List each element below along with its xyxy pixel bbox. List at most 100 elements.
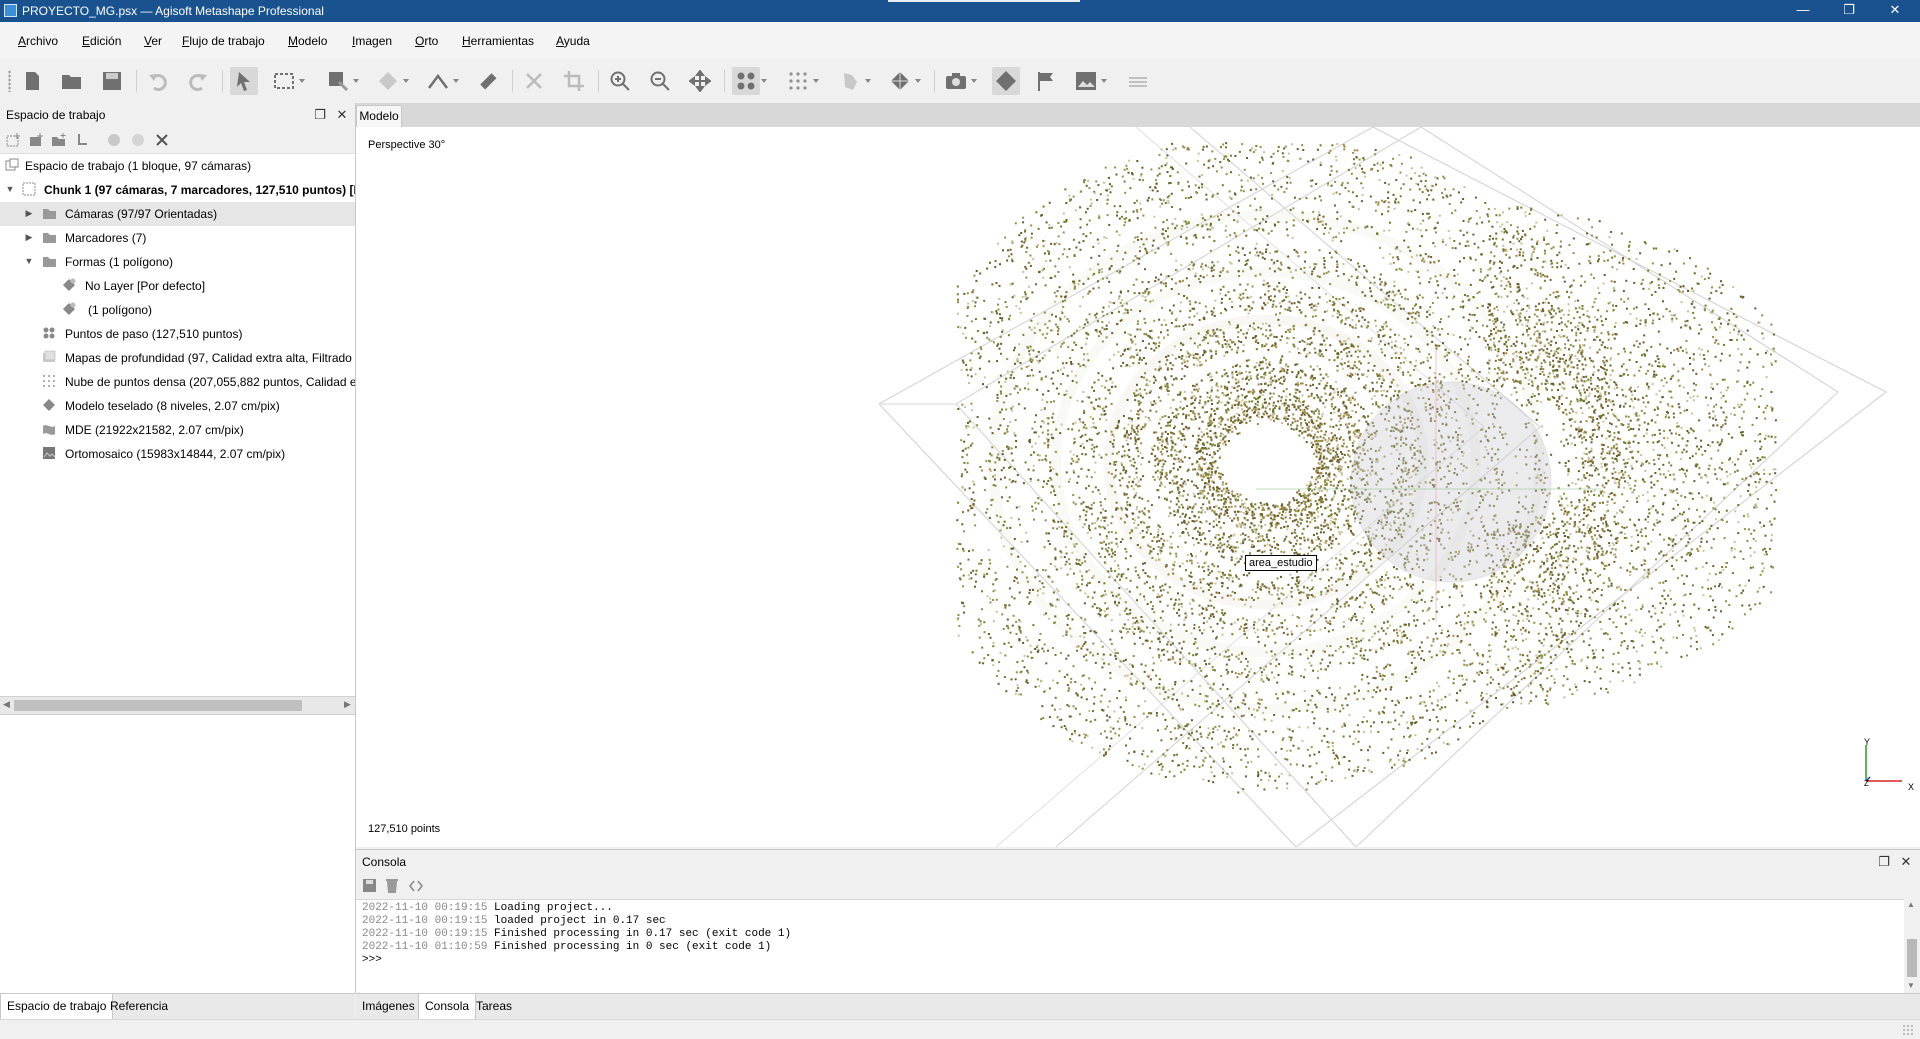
point-cloud-button[interactable] [732, 67, 760, 95]
zoom-in-button[interactable] [606, 67, 634, 95]
console-header: Consola ❐ ✕ [356, 849, 1920, 874]
rectangle-selection-button[interactable] [270, 67, 298, 95]
expand-arrow-icon[interactable]: ▶ [24, 208, 34, 218]
toolbar-grip [8, 70, 11, 92]
model-viewport[interactable]: Perspective 30° [356, 127, 1920, 847]
tree-polygon[interactable]: (1 polígono) [0, 298, 355, 322]
tab-console[interactable]: Consola [418, 994, 476, 1020]
show-shapes-button[interactable] [992, 67, 1020, 95]
measure-button[interactable] [424, 67, 452, 95]
undock-icon[interactable]: ❐ [1876, 854, 1892, 870]
scroll-thumb[interactable] [14, 700, 302, 711]
left-panel-tabs: Espacio de trabajo Referencia [0, 993, 355, 1020]
console-output[interactable]: 2022-11-10 00:19:15 Loading project... 2… [356, 899, 1904, 994]
scroll-left-icon[interactable]: ◀ [3, 699, 10, 710]
console-scrollbar[interactable]: ▲ ▼ [1904, 899, 1920, 993]
workspace-header: Espacio de trabajo ❐ ✕ [0, 103, 355, 127]
close-panel-icon[interactable]: ✕ [1898, 854, 1914, 870]
tiled-model-button[interactable] [886, 67, 914, 95]
show-images-button[interactable] [1072, 67, 1100, 95]
remove-icon[interactable] [154, 132, 170, 148]
tree-tiled-model[interactable]: Modelo teselado (8 niveles, 2.07 cm/pix) [0, 394, 355, 418]
scroll-thumb[interactable] [1907, 939, 1917, 977]
menu-ver[interactable]: Ver [144, 34, 162, 48]
save-button[interactable] [98, 67, 126, 95]
ruler-button[interactable] [474, 67, 502, 95]
collapse-arrow-icon[interactable]: ▼ [24, 256, 34, 266]
tree-tie-points[interactable]: Puntos de paso (127,510 puntos) [0, 322, 355, 346]
menu-flujo[interactable]: Flujo de trabajo [182, 34, 265, 48]
show-markers-button[interactable] [1032, 67, 1060, 95]
menu-orto[interactable]: Orto [415, 34, 438, 48]
import-icon[interactable] [74, 132, 90, 148]
crop-button[interactable] [560, 67, 588, 95]
tree-markers[interactable]: ▶ Marcadores (7) [0, 226, 355, 250]
tree-no-layer[interactable]: No Layer [Por defecto] [0, 274, 355, 298]
draw-shape-button[interactable] [324, 67, 352, 95]
resize-grip-icon[interactable] [1902, 1024, 1914, 1036]
horizontal-scrollbar[interactable]: ◀ ▶ [0, 696, 355, 715]
scroll-right-icon[interactable]: ▶ [344, 699, 351, 710]
model-view-button[interactable] [836, 67, 864, 95]
console-prompt[interactable]: >>> [362, 954, 382, 966]
clear-log-icon[interactable] [384, 878, 400, 894]
show-cameras-button[interactable] [942, 67, 970, 95]
tab-model[interactable]: Modelo [356, 105, 402, 127]
close-panel-icon[interactable]: ✕ [334, 107, 350, 123]
menu-ayuda[interactable]: Ayuda [556, 34, 590, 48]
delete-selection-button[interactable] [520, 67, 548, 95]
console-title: Consola [362, 855, 406, 869]
save-log-icon[interactable] [362, 878, 378, 894]
tab-tasks[interactable]: Tareas [470, 994, 518, 1020]
scroll-down-icon[interactable]: ▼ [1907, 981, 1915, 990]
scroll-up-icon[interactable]: ▲ [1907, 900, 1915, 909]
minimize-button[interactable]: — [1780, 0, 1826, 22]
collapse-arrow-icon[interactable]: ▼ [5, 184, 15, 194]
title-highlight [888, 0, 1080, 2]
new-file-button[interactable] [18, 67, 46, 95]
tree-depth-maps[interactable]: Mapas de profundidad (97, Calidad extra … [0, 346, 355, 370]
undock-icon[interactable]: ❐ [312, 107, 328, 123]
expand-arrow-icon[interactable]: ▶ [24, 232, 34, 242]
draw-shape-icon [327, 70, 349, 92]
tree-orthomosaic[interactable]: Ortomosaico (15983x14844, 2.07 cm/pix) [0, 442, 355, 466]
menu-modelo[interactable]: Modelo [288, 34, 327, 48]
zoom-out-button[interactable] [646, 67, 674, 95]
restore-button[interactable]: ❐ [1826, 0, 1872, 22]
tree-dense-cloud[interactable]: Nube de puntos densa (207,055,882 puntos… [0, 370, 355, 394]
shape-layer-icon [62, 278, 76, 292]
close-button[interactable]: ✕ [1872, 0, 1918, 22]
menu-herramientas[interactable]: Herramientas [462, 34, 534, 48]
new-file-icon [21, 70, 43, 92]
disable-icon[interactable] [130, 132, 146, 148]
navigation-button[interactable] [230, 67, 258, 95]
shape-tools-button[interactable] [374, 67, 402, 95]
tree-chunk[interactable]: ▼ Chunk 1 (97 cámaras, 7 marcadores, 127… [0, 178, 355, 202]
code-icon[interactable] [408, 878, 424, 894]
add-chunk-icon[interactable] [5, 132, 21, 148]
tab-workspace[interactable]: Espacio de trabajo [0, 994, 113, 1020]
add-photos-icon[interactable] [28, 132, 44, 148]
open-button[interactable] [58, 67, 86, 95]
shape-label[interactable]: area_estudio [1245, 555, 1317, 571]
tab-reference[interactable]: Referencia [104, 994, 174, 1020]
tab-images[interactable]: Imágenes [356, 994, 421, 1020]
dense-cloud-button[interactable] [784, 67, 812, 95]
add-folder-icon[interactable] [51, 132, 67, 148]
undo-button[interactable] [144, 67, 172, 95]
tree-workspace-root[interactable]: Espacio de trabajo (1 bloque, 97 cámaras… [0, 154, 355, 178]
menu-imagen[interactable]: Imagen [352, 34, 392, 48]
menu-edicion[interactable]: Edición [82, 34, 121, 48]
show-region-button[interactable] [1124, 67, 1152, 95]
tree-shapes[interactable]: ▼ Formas (1 polígono) [0, 250, 355, 274]
tree-dem[interactable]: MDE (21922x21582, 2.07 cm/pix) [0, 418, 355, 442]
enable-icon[interactable] [106, 132, 122, 148]
reset-view-button[interactable] [686, 67, 714, 95]
menu-archivo[interactable]: Archivo [18, 34, 58, 48]
dem-icon [42, 422, 56, 436]
folder-icon [42, 206, 56, 220]
tie-points-icon [42, 326, 56, 340]
redo-button[interactable] [184, 67, 212, 95]
tree-cameras[interactable]: ▶ Cámaras (97/97 Orientadas) [0, 202, 355, 226]
ruler-icon [477, 70, 499, 92]
